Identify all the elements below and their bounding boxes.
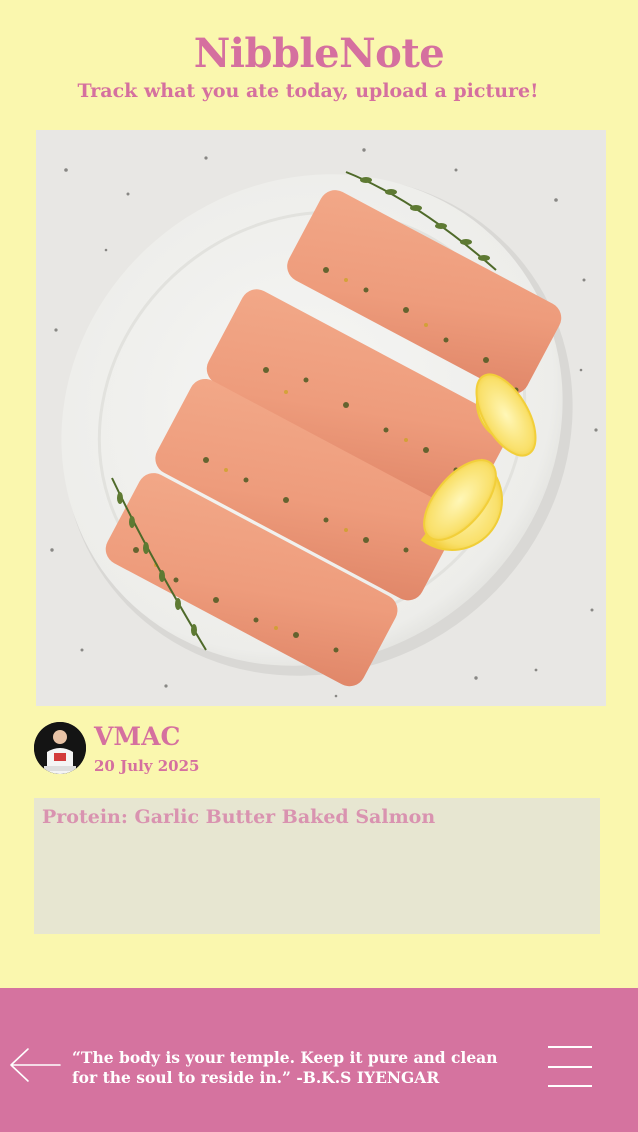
app-title: NibbleNote	[193, 30, 445, 77]
app-subtitle: Track what you ate today, upload a pictu…	[77, 80, 539, 102]
arrow-left-icon	[10, 1048, 61, 1082]
menu-button[interactable]	[546, 1044, 594, 1090]
food-photo	[36, 130, 606, 706]
back-button[interactable]	[8, 1046, 62, 1084]
user-avatar[interactable]	[34, 722, 86, 774]
user-name[interactable]: VMAC	[94, 722, 180, 751]
food-note-field[interactable]: Protein: Garlic Butter Baked Salmon	[34, 798, 600, 934]
post-date: 20 July 2025	[94, 757, 200, 775]
footer-quote: “The body is your temple. Keep it pure a…	[72, 1048, 498, 1087]
food-note-text: Protein: Garlic Butter Baked Salmon	[42, 806, 436, 828]
